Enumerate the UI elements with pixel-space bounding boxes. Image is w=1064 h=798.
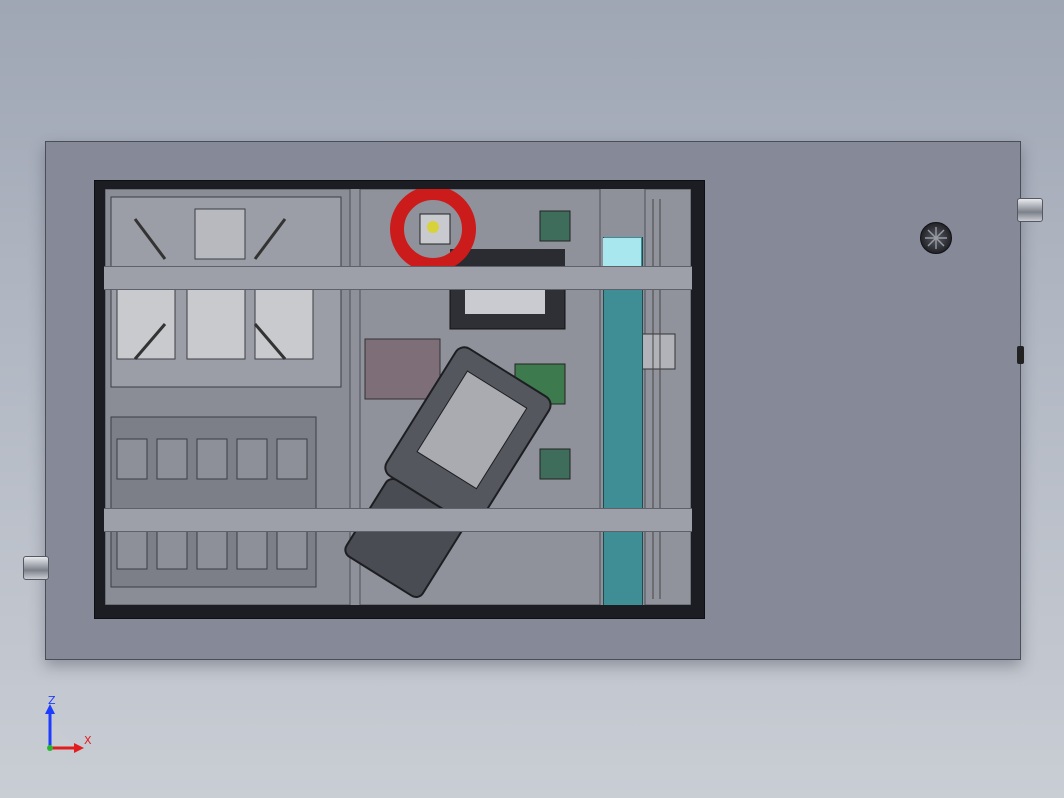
cable-plug [1017, 346, 1024, 364]
air-fitting-left [23, 556, 49, 580]
conveyor-belt[interactable] [603, 237, 643, 605]
coordinate-triad: Z X [40, 694, 100, 756]
conveyor-highlight [603, 238, 641, 266]
cad-viewport[interactable]: Z X [0, 0, 1064, 798]
window-crossbar-bottom [104, 508, 692, 532]
window-crossbar-top [104, 266, 692, 290]
panel-knob-icon[interactable] [920, 222, 952, 254]
triad-x-label: X [84, 734, 92, 747]
air-fitting-right [1017, 198, 1043, 222]
triad-z-label: Z [48, 694, 56, 707]
